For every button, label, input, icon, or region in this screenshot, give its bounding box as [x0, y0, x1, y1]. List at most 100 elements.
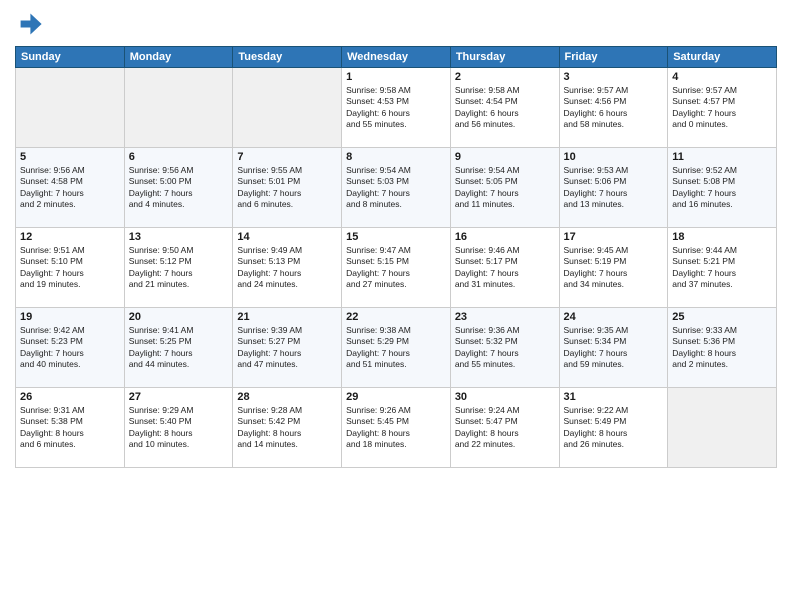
week-row-2: 12 Sunrise: 9:51 AM Sunset: 5:10 PM Dayli… [16, 228, 777, 308]
cell-content: Sunrise: 9:49 AM Sunset: 5:13 PM Dayligh… [237, 245, 337, 291]
calendar-cell: 22 Sunrise: 9:38 AM Sunset: 5:29 PM Dayli… [342, 308, 451, 388]
cell-content: Sunrise: 9:28 AM Sunset: 5:42 PM Dayligh… [237, 405, 337, 451]
cell-content: Sunrise: 9:39 AM Sunset: 5:27 PM Dayligh… [237, 325, 337, 371]
calendar-body: 1 Sunrise: 9:58 AM Sunset: 4:53 PM Daylig… [16, 68, 777, 468]
day-number: 21 [237, 311, 337, 323]
header [15, 10, 777, 38]
cell-content: Sunrise: 9:57 AM Sunset: 4:56 PM Dayligh… [564, 85, 664, 131]
calendar-cell: 14 Sunrise: 9:49 AM Sunset: 5:13 PM Dayli… [233, 228, 342, 308]
day-number: 27 [129, 391, 229, 403]
calendar-cell [16, 68, 125, 148]
calendar-cell: 21 Sunrise: 9:39 AM Sunset: 5:27 PM Dayli… [233, 308, 342, 388]
calendar-cell: 29 Sunrise: 9:26 AM Sunset: 5:45 PM Dayli… [342, 388, 451, 468]
day-number: 4 [672, 71, 772, 83]
calendar-cell: 15 Sunrise: 9:47 AM Sunset: 5:15 PM Dayli… [342, 228, 451, 308]
col-header-wednesday: Wednesday [342, 47, 451, 68]
day-number: 19 [20, 311, 120, 323]
day-number: 17 [564, 231, 664, 243]
calendar-header-row: SundayMondayTuesdayWednesdayThursdayFrid… [16, 47, 777, 68]
cell-content: Sunrise: 9:54 AM Sunset: 5:05 PM Dayligh… [455, 165, 555, 211]
cell-content: Sunrise: 9:44 AM Sunset: 5:21 PM Dayligh… [672, 245, 772, 291]
logo-icon [15, 10, 43, 38]
day-number: 14 [237, 231, 337, 243]
day-number: 6 [129, 151, 229, 163]
cell-content: Sunrise: 9:38 AM Sunset: 5:29 PM Dayligh… [346, 325, 446, 371]
cell-content: Sunrise: 9:45 AM Sunset: 5:19 PM Dayligh… [564, 245, 664, 291]
calendar-cell [668, 388, 777, 468]
col-header-sunday: Sunday [16, 47, 125, 68]
cell-content: Sunrise: 9:51 AM Sunset: 5:10 PM Dayligh… [20, 245, 120, 291]
day-number: 5 [20, 151, 120, 163]
day-number: 25 [672, 311, 772, 323]
calendar-cell: 4 Sunrise: 9:57 AM Sunset: 4:57 PM Daylig… [668, 68, 777, 148]
day-number: 13 [129, 231, 229, 243]
calendar-cell [124, 68, 233, 148]
cell-content: Sunrise: 9:31 AM Sunset: 5:38 PM Dayligh… [20, 405, 120, 451]
cell-content: Sunrise: 9:22 AM Sunset: 5:49 PM Dayligh… [564, 405, 664, 451]
day-number: 26 [20, 391, 120, 403]
day-number: 24 [564, 311, 664, 323]
day-number: 12 [20, 231, 120, 243]
col-header-monday: Monday [124, 47, 233, 68]
cell-content: Sunrise: 9:55 AM Sunset: 5:01 PM Dayligh… [237, 165, 337, 211]
calendar-cell: 5 Sunrise: 9:56 AM Sunset: 4:58 PM Daylig… [16, 148, 125, 228]
day-number: 8 [346, 151, 446, 163]
day-number: 3 [564, 71, 664, 83]
cell-content: Sunrise: 9:58 AM Sunset: 4:53 PM Dayligh… [346, 85, 446, 131]
calendar-cell: 12 Sunrise: 9:51 AM Sunset: 5:10 PM Dayli… [16, 228, 125, 308]
day-number: 20 [129, 311, 229, 323]
cell-content: Sunrise: 9:56 AM Sunset: 4:58 PM Dayligh… [20, 165, 120, 211]
cell-content: Sunrise: 9:24 AM Sunset: 5:47 PM Dayligh… [455, 405, 555, 451]
calendar-cell: 6 Sunrise: 9:56 AM Sunset: 5:00 PM Daylig… [124, 148, 233, 228]
day-number: 29 [346, 391, 446, 403]
col-header-tuesday: Tuesday [233, 47, 342, 68]
cell-content: Sunrise: 9:41 AM Sunset: 5:25 PM Dayligh… [129, 325, 229, 371]
cell-content: Sunrise: 9:33 AM Sunset: 5:36 PM Dayligh… [672, 325, 772, 371]
calendar-cell: 28Sunrise: 9:28 AM Sunset: 5:42 PM Dayli… [233, 388, 342, 468]
calendar-cell: 3 Sunrise: 9:57 AM Sunset: 4:56 PM Daylig… [559, 68, 668, 148]
calendar-cell: 16Sunrise: 9:46 AM Sunset: 5:17 PM Dayli… [450, 228, 559, 308]
cell-content: Sunrise: 9:29 AM Sunset: 5:40 PM Dayligh… [129, 405, 229, 451]
cell-content: Sunrise: 9:56 AM Sunset: 5:00 PM Dayligh… [129, 165, 229, 211]
calendar-cell: 17 Sunrise: 9:45 AM Sunset: 5:19 PM Dayli… [559, 228, 668, 308]
day-number: 10 [564, 151, 664, 163]
cell-content: Sunrise: 9:46 AM Sunset: 5:17 PM Dayligh… [455, 245, 555, 291]
day-number: 31 [564, 391, 664, 403]
col-header-friday: Friday [559, 47, 668, 68]
day-number: 22 [346, 311, 446, 323]
day-number: 11 [672, 151, 772, 163]
calendar-cell: 19 Sunrise: 9:42 AM Sunset: 5:23 PM Dayli… [16, 308, 125, 388]
day-number: 1 [346, 71, 446, 83]
calendar-cell: 30Sunrise: 9:24 AM Sunset: 5:47 PM Dayli… [450, 388, 559, 468]
cell-content: Sunrise: 9:54 AM Sunset: 5:03 PM Dayligh… [346, 165, 446, 211]
calendar-cell: 7 Sunrise: 9:55 AM Sunset: 5:01 PM Daylig… [233, 148, 342, 228]
calendar-table: SundayMondayTuesdayWednesdayThursdayFrid… [15, 46, 777, 468]
cell-content: Sunrise: 9:26 AM Sunset: 5:45 PM Dayligh… [346, 405, 446, 451]
week-row-1: 5 Sunrise: 9:56 AM Sunset: 4:58 PM Daylig… [16, 148, 777, 228]
calendar-cell: 10Sunrise: 9:53 AM Sunset: 5:06 PM Dayli… [559, 148, 668, 228]
cell-content: Sunrise: 9:57 AM Sunset: 4:57 PM Dayligh… [672, 85, 772, 131]
calendar-cell: 23Sunrise: 9:36 AM Sunset: 5:32 PM Dayli… [450, 308, 559, 388]
calendar-cell: 13 Sunrise: 9:50 AM Sunset: 5:12 PM Dayli… [124, 228, 233, 308]
calendar-cell [233, 68, 342, 148]
calendar-cell: 11 Sunrise: 9:52 AM Sunset: 5:08 PM Dayli… [668, 148, 777, 228]
calendar-cell: 24 Sunrise: 9:35 AM Sunset: 5:34 PM Dayli… [559, 308, 668, 388]
cell-content: Sunrise: 9:50 AM Sunset: 5:12 PM Dayligh… [129, 245, 229, 291]
calendar-cell: 2Sunrise: 9:58 AM Sunset: 4:54 PM Daylig… [450, 68, 559, 148]
day-number: 9 [455, 151, 555, 163]
cell-content: Sunrise: 9:47 AM Sunset: 5:15 PM Dayligh… [346, 245, 446, 291]
cell-content: Sunrise: 9:52 AM Sunset: 5:08 PM Dayligh… [672, 165, 772, 211]
calendar-cell: 20 Sunrise: 9:41 AM Sunset: 5:25 PM Dayli… [124, 308, 233, 388]
cell-content: Sunrise: 9:35 AM Sunset: 5:34 PM Dayligh… [564, 325, 664, 371]
week-row-4: 26 Sunrise: 9:31 AM Sunset: 5:38 PM Dayli… [16, 388, 777, 468]
day-number: 15 [346, 231, 446, 243]
day-number: 7 [237, 151, 337, 163]
calendar-cell: 18Sunrise: 9:44 AM Sunset: 5:21 PM Dayli… [668, 228, 777, 308]
cell-content: Sunrise: 9:42 AM Sunset: 5:23 PM Dayligh… [20, 325, 120, 371]
week-row-3: 19 Sunrise: 9:42 AM Sunset: 5:23 PM Dayli… [16, 308, 777, 388]
col-header-saturday: Saturday [668, 47, 777, 68]
calendar-cell: 31 Sunrise: 9:22 AM Sunset: 5:49 PM Dayli… [559, 388, 668, 468]
cell-content: Sunrise: 9:58 AM Sunset: 4:54 PM Dayligh… [455, 85, 555, 131]
calendar-cell: 27 Sunrise: 9:29 AM Sunset: 5:40 PM Dayli… [124, 388, 233, 468]
calendar-cell: 8 Sunrise: 9:54 AM Sunset: 5:03 PM Daylig… [342, 148, 451, 228]
